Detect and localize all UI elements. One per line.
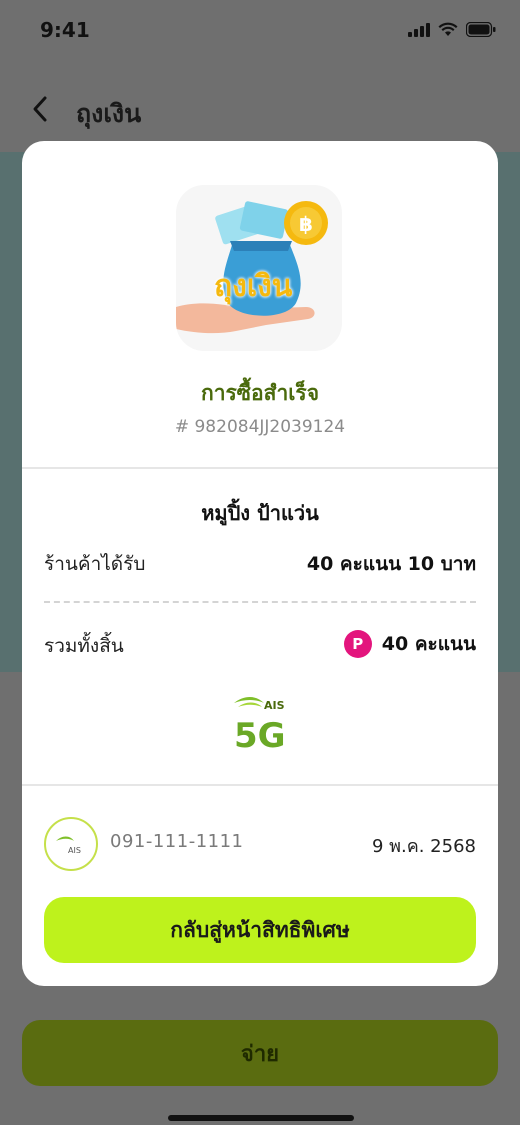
signal-icon: [408, 22, 430, 37]
ais-5g-text: 5G: [234, 716, 286, 753]
points-icon: P: [343, 630, 372, 658]
transaction-date: 9 พ.ค. 2568: [371, 836, 476, 857]
success-title: การซื้อสำเร็จ: [200, 381, 320, 405]
received-label: ร้านค้าได้รับ: [44, 553, 146, 575]
avatar-logo-text: AIS: [68, 846, 81, 855]
svg-text:฿: ฿: [299, 212, 313, 236]
total-label: รวมทั้งสิ้น: [44, 635, 124, 657]
pay-button[interactable]: จ่าย: [22, 1020, 498, 1086]
ais-avatar: AIS: [44, 817, 98, 871]
app-icon-wordmark: ถุงเงิน: [214, 269, 293, 304]
home-indicator: [168, 1115, 354, 1121]
purchase-success-card: ฿ ถุงเงิน การซื้อสำเร็จ # 982084JJ203912…: [22, 141, 498, 986]
page-title: ถุงเงิน: [76, 99, 142, 128]
back-arrow-icon[interactable]: [28, 94, 52, 124]
money-bag-app-icon: ฿ ถุงเงิน: [176, 185, 342, 351]
total-value-row: P 40 คะแนน: [343, 629, 476, 659]
wifi-icon: [438, 22, 458, 36]
total-value: 40 คะแนน: [381, 633, 476, 655]
status-time: 9:41: [40, 18, 90, 42]
dashed-divider: [44, 601, 476, 603]
ais-5g-logo: AIS 5G: [230, 693, 290, 756]
phone-number: 091-111-1111: [110, 831, 244, 852]
battery-icon: [466, 22, 496, 37]
status-bar: 9:41: [0, 0, 520, 64]
section-divider: [22, 467, 498, 469]
ais-logo-text: AIS: [264, 699, 285, 712]
received-value: 40 คะแนน 10 บาท: [306, 553, 476, 575]
back-to-privileges-button[interactable]: กลับสู่หน้าสิทธิพิเศษ: [44, 897, 476, 963]
status-icons: [408, 22, 496, 37]
shop-name: หมูปิ้ง ป้าแว่น: [201, 501, 319, 525]
order-id: # 982084JJ2039124: [174, 417, 346, 437]
section-divider: [22, 784, 498, 786]
